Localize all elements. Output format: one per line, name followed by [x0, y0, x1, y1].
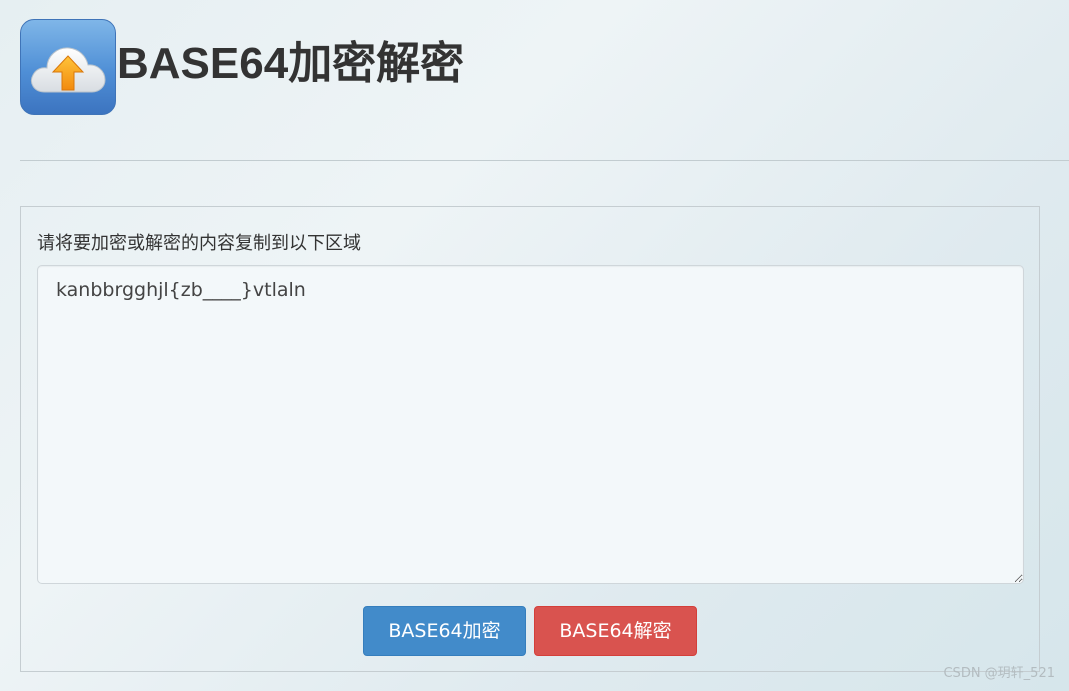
watermark: CSDN @玥轩_521 [943, 666, 1055, 681]
instruction-label: 请将要加密或解密的内容复制到以下区域 [37, 233, 361, 254]
cloud-upload-icon [31, 47, 106, 93]
base64-decode-button[interactable]: BASE64解密 [534, 606, 697, 656]
app-logo [20, 19, 116, 115]
content-textarea[interactable]: kanbbrgghjl{zb____}vtlaln [37, 265, 1024, 584]
header-divider [20, 160, 1069, 161]
page-title: BASE64加密解密 [117, 39, 465, 88]
base64-encode-button[interactable]: BASE64加密 [363, 606, 526, 656]
base64-panel: 请将要加密或解密的内容复制到以下区域 kanbbrgghjl{zb____}vt… [20, 206, 1040, 672]
